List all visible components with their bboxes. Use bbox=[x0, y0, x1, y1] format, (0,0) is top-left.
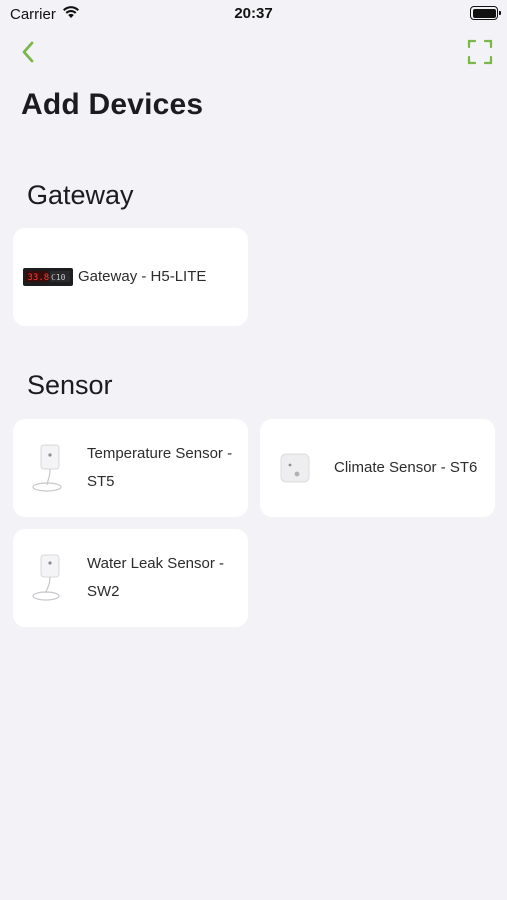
water-leak-sensor-icon bbox=[22, 548, 72, 608]
status-bar: Carrier 20:37 bbox=[0, 0, 507, 28]
device-card-water-leak-sensor-sw2[interactable]: Water Leak Sensor - SW2 bbox=[13, 529, 248, 627]
section-title-sensor: Sensor bbox=[27, 370, 113, 400]
device-label: Water Leak Sensor - SW2 bbox=[87, 555, 224, 600]
scan-frame-icon bbox=[467, 39, 493, 65]
status-time: 20:37 bbox=[234, 5, 273, 22]
device-label: Climate Sensor - ST6 bbox=[334, 459, 478, 476]
back-button[interactable] bbox=[14, 38, 42, 66]
page-title: Add Devices bbox=[21, 88, 204, 121]
climate-sensor-icon bbox=[269, 438, 319, 498]
svg-text:33.8: 33.8 bbox=[28, 273, 50, 283]
temperature-sensor-icon bbox=[22, 438, 72, 498]
device-card-gateway-h5-lite[interactable]: 33.8 ℂ10 Gateway - H5-LITE bbox=[13, 228, 248, 326]
device-label: Temperature Sensor - ST5 bbox=[87, 445, 233, 490]
chevron-left-icon bbox=[22, 41, 34, 63]
gateway-device-icon: 33.8 ℂ10 bbox=[22, 247, 74, 307]
battery-icon bbox=[470, 6, 501, 20]
device-label: Gateway - H5-LITE bbox=[78, 268, 207, 285]
scan-button[interactable] bbox=[467, 39, 493, 65]
device-card-climate-sensor-st6[interactable]: Climate Sensor - ST6 bbox=[260, 419, 495, 517]
svg-text:ℂ10: ℂ10 bbox=[51, 273, 66, 282]
device-card-temperature-sensor-st5[interactable]: Temperature Sensor - ST5 bbox=[13, 419, 248, 517]
section-title-gateway: Gateway bbox=[27, 180, 134, 210]
add-devices-screen: Carrier 20:37 Add Devices Gateway 33.8 ℂ… bbox=[0, 0, 507, 900]
